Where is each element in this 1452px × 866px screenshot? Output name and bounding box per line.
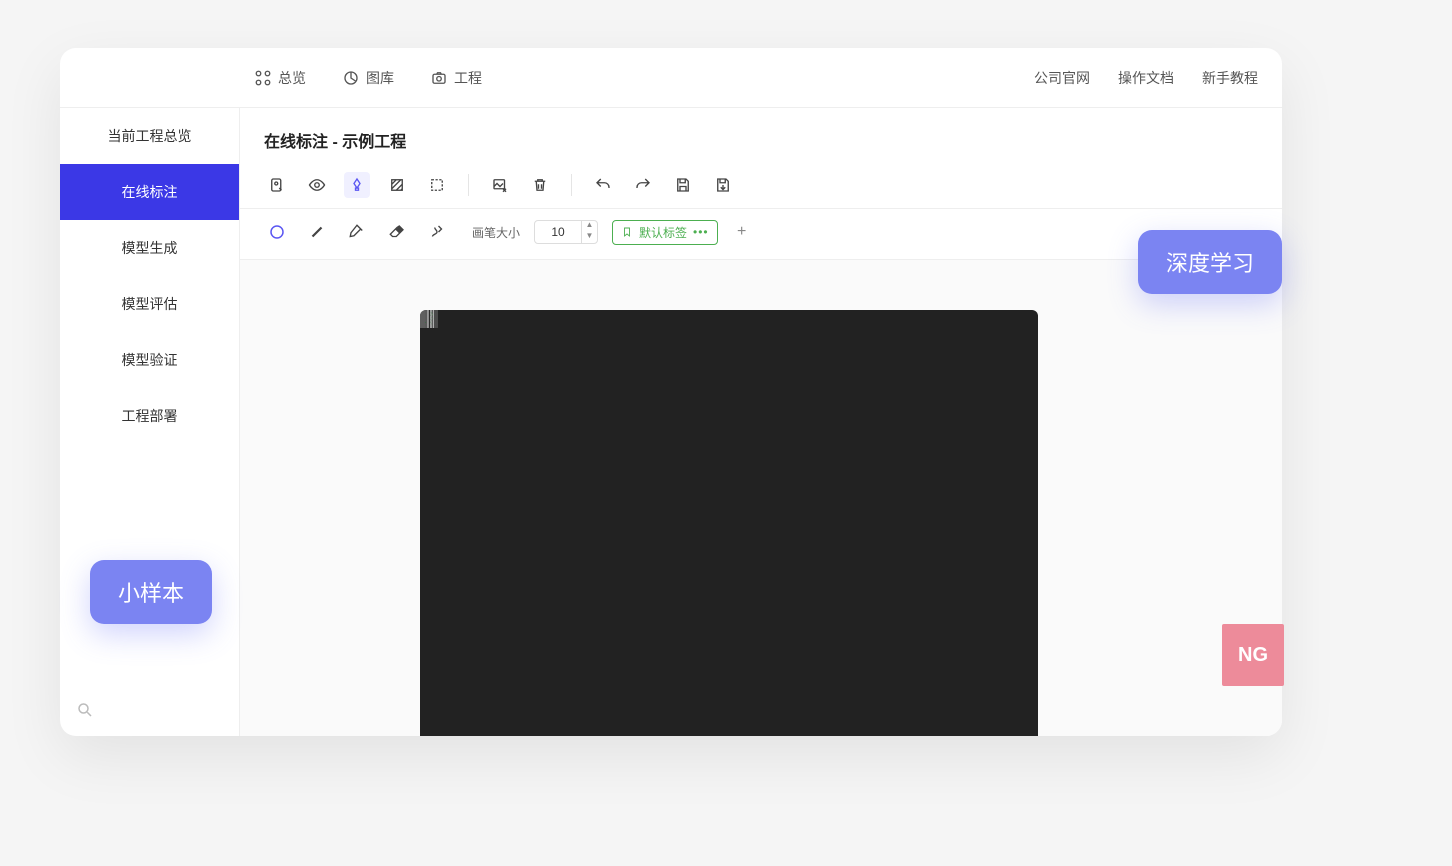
float-tag-deep-learning: 深度学习 [1138, 230, 1282, 294]
topnav-left-group: 总览 图库 工程 [254, 68, 482, 88]
toolbar-row1 [240, 168, 1282, 209]
sample-image[interactable] [420, 310, 1038, 736]
topnav-project-label: 工程 [454, 68, 482, 88]
canvas-area[interactable] [240, 260, 1282, 736]
float-left-label: 小样本 [118, 581, 184, 606]
tool-eraser[interactable] [384, 219, 410, 245]
toolbar-row2: 画笔大小 10 ▲ ▼ 默认标签 ••• + [240, 209, 1282, 260]
topnav-right-group: 公司官网 操作文档 新手教程 [1034, 68, 1258, 88]
tool-circle[interactable] [264, 219, 290, 245]
stepper-down[interactable]: ▼ [582, 232, 597, 243]
tool-undo[interactable] [590, 172, 616, 198]
tag-more-icon[interactable]: ••• [693, 225, 709, 239]
top-navigation: 总览 图库 工程 公司官网 操作文档 新手教程 [60, 48, 1282, 108]
camera-icon [430, 69, 448, 87]
topnav-gallery[interactable]: 图库 [342, 68, 394, 88]
app-body: 当前工程总览 在线标注 模型生成 模型评估 模型验证 工程部署 [60, 108, 1282, 736]
toolbar-separator [468, 174, 469, 196]
main-panel: 在线标注 - 示例工程 [240, 108, 1282, 736]
tool-line[interactable] [304, 219, 330, 245]
sidebar: 当前工程总览 在线标注 模型生成 模型评估 模型验证 工程部署 [60, 108, 240, 736]
pie-icon [342, 69, 360, 87]
topnav-overview[interactable]: 总览 [254, 68, 306, 88]
sidebar-item-label: 模型生成 [122, 238, 178, 258]
float-tag-small-sample: 小样本 [90, 560, 212, 624]
tool-rect[interactable] [424, 172, 450, 198]
app-window: 总览 图库 工程 公司官网 操作文档 新手教程 当前工程总览 [60, 48, 1282, 736]
ng-label: NG [1238, 644, 1268, 667]
link-company[interactable]: 公司官网 [1034, 68, 1090, 88]
sidebar-item-label: 模型评估 [122, 294, 178, 314]
sidebar-item-deploy[interactable]: 工程部署 [60, 388, 239, 444]
sidebar-item-model-verify[interactable]: 模型验证 [60, 332, 239, 388]
tool-pen[interactable] [344, 219, 370, 245]
sidebar-item-label: 当前工程总览 [108, 126, 192, 146]
bookmark-icon [621, 226, 633, 238]
sidebar-item-label: 模型验证 [122, 350, 178, 370]
tool-export[interactable] [710, 172, 736, 198]
sidebar-item-annotate[interactable]: 在线标注 [60, 164, 239, 220]
search-icon [76, 701, 94, 719]
topnav-project[interactable]: 工程 [430, 68, 482, 88]
sidebar-item-label: 在线标注 [122, 182, 178, 202]
toolbar-separator [571, 174, 572, 196]
brush-size-value: 10 [535, 225, 581, 239]
tool-lasso[interactable] [424, 219, 450, 245]
sidebar-search[interactable] [60, 689, 239, 736]
tool-highlight[interactable] [344, 172, 370, 198]
tag-label: 默认标签 [639, 224, 687, 241]
add-tag-button[interactable]: + [732, 222, 752, 242]
ng-status-badge: NG [1222, 624, 1284, 686]
page-title: 在线标注 - 示例工程 [240, 108, 1282, 168]
tool-save-page[interactable] [264, 172, 290, 198]
sidebar-item-model-gen[interactable]: 模型生成 [60, 220, 239, 276]
sidebar-item-model-eval[interactable]: 模型评估 [60, 276, 239, 332]
link-tutorial[interactable]: 新手教程 [1202, 68, 1258, 88]
grid-icon [254, 69, 272, 87]
tool-delete[interactable] [527, 172, 553, 198]
sidebar-item-overview[interactable]: 当前工程总览 [60, 108, 239, 164]
default-tag-chip[interactable]: 默认标签 ••• [612, 220, 718, 245]
brush-size-label: 画笔大小 [472, 224, 520, 241]
brush-size-stepper[interactable]: 10 ▲ ▼ [534, 220, 598, 244]
tool-hatch[interactable] [384, 172, 410, 198]
stepper-buttons: ▲ ▼ [581, 221, 597, 243]
tool-visibility[interactable] [304, 172, 330, 198]
tool-save[interactable] [670, 172, 696, 198]
topnav-overview-label: 总览 [278, 68, 306, 88]
topnav-gallery-label: 图库 [366, 68, 394, 88]
float-right-label: 深度学习 [1166, 251, 1254, 276]
link-docs[interactable]: 操作文档 [1118, 68, 1174, 88]
tool-image-remove[interactable] [487, 172, 513, 198]
tool-redo[interactable] [630, 172, 656, 198]
sidebar-item-label: 工程部署 [122, 406, 178, 426]
